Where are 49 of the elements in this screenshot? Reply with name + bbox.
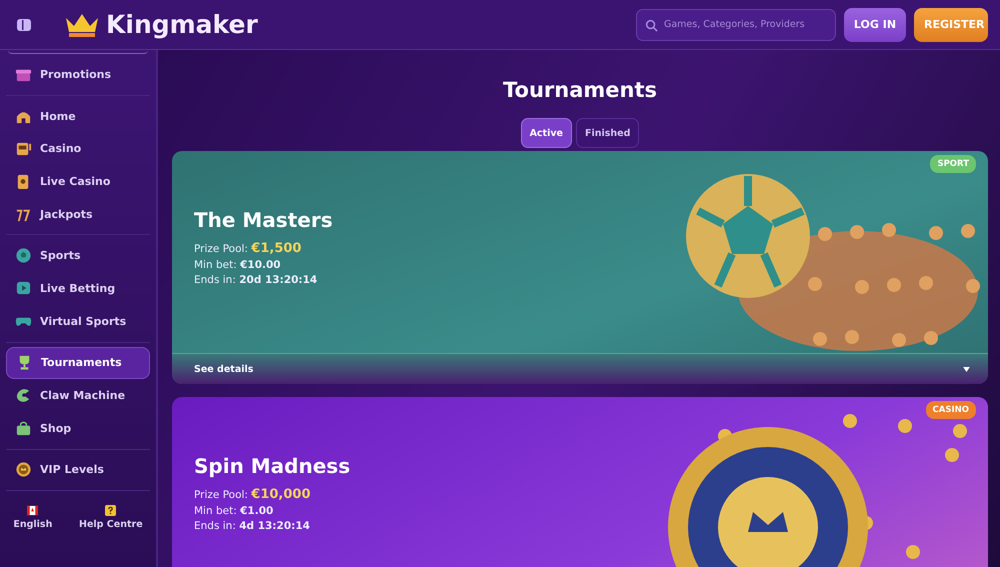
prize-pool-value: €10,000 <box>251 487 311 502</box>
ball-icon <box>15 247 32 264</box>
ends-in-value: 4d 13:20:14 <box>239 520 310 532</box>
sidebar-item[interactable]: Claw Machine <box>6 379 150 412</box>
sidebar-item[interactable]: Live Casino <box>6 165 150 198</box>
language-link[interactable]: English <box>13 505 52 530</box>
prize-pool-value: €1,500 <box>251 241 302 256</box>
tab[interactable]: Finished <box>576 118 640 148</box>
sidebar-toggle-icon[interactable] <box>16 16 32 32</box>
play-icon <box>15 280 32 297</box>
page-title: Tournaments <box>502 78 657 102</box>
help-icon <box>105 505 116 516</box>
tab[interactable]: Active <box>520 118 572 148</box>
min-bet-value: €1.00 <box>240 505 274 517</box>
prize-pool-label: Prize Pool: <box>194 243 248 255</box>
sidebar-item[interactable]: Jackpots <box>6 198 150 230</box>
see-details-toggle[interactable]: See details <box>172 353 988 384</box>
ends-in-label: Ends in: <box>194 520 236 532</box>
tournament-title: The Masters <box>194 208 334 232</box>
sidebar-item[interactable]: Promotions <box>6 58 150 91</box>
tournament-title: Spin Madness <box>194 454 352 478</box>
crown-logo-icon <box>64 12 100 38</box>
sport-badge: SPORT <box>930 155 976 173</box>
sidebar-item[interactable]: Live Betting <box>6 272 150 305</box>
bag-icon <box>15 420 32 437</box>
ends-in-label: Ends in: <box>194 274 236 286</box>
sidebar-item[interactable]: Sports <box>6 239 150 272</box>
sidebar-item[interactable]: Tournaments <box>6 346 150 380</box>
help-link[interactable]: Help Centre <box>79 505 143 530</box>
sidebar-item[interactable]: Virtual Sports <box>6 304 150 338</box>
search-field[interactable]: Games, Categories, Providers <box>636 8 836 40</box>
sidebar-item[interactable]: Casino <box>6 132 150 166</box>
min-bet-label: Min bet: <box>194 505 237 517</box>
min-bet-value: €10.00 <box>240 259 281 271</box>
sidebar-item[interactable]: VIP Levels <box>6 454 150 486</box>
claw-icon <box>15 387 32 404</box>
min-bet-label: Min bet: <box>194 259 237 271</box>
brand-name[interactable]: Kingmaker <box>106 10 258 39</box>
prize-pool-label: Prize Pool: <box>194 489 248 501</box>
ends-in-value: 20d 13:20:14 <box>239 274 318 286</box>
slot-icon <box>15 140 32 158</box>
coin-icon <box>15 461 32 478</box>
sidebar-item[interactable]: Home <box>6 100 150 132</box>
search-icon <box>645 18 658 32</box>
caret-icon <box>963 366 970 372</box>
login-button[interactable]: LOG IN <box>844 8 906 42</box>
flag-icon <box>27 505 38 516</box>
sidebar-item[interactable]: Shop <box>6 412 150 445</box>
casino-badge: CASINO <box>926 401 976 419</box>
